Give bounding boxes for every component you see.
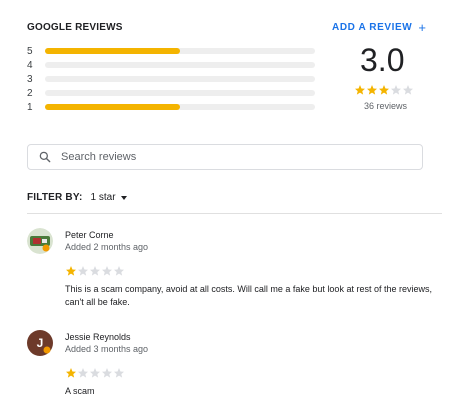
rating-bar-track	[45, 62, 315, 68]
rating-bar-label: 3	[27, 73, 33, 85]
star-empty-icon	[101, 265, 113, 277]
reviewer-avatar[interactable]	[27, 228, 53, 254]
review-item: J	[27, 330, 53, 356]
rating-bar-4[interactable]: 4	[27, 59, 317, 71]
rating-bar-track	[45, 90, 315, 96]
section-title: GOOGLE REVIEWS	[27, 22, 123, 33]
star-empty-icon	[77, 265, 89, 277]
search-input[interactable]	[59, 150, 403, 164]
add-review-label: ADD A REVIEW	[332, 22, 413, 33]
rating-bar-5[interactable]: 5	[27, 45, 317, 57]
star-empty-icon	[113, 367, 125, 379]
rating-bar-track	[45, 48, 315, 54]
star-empty-icon	[101, 367, 113, 379]
rating-bar-label: 1	[27, 101, 33, 113]
review-date: Added 2 months ago	[65, 242, 149, 252]
rating-bar-track	[45, 76, 315, 82]
caret-down-icon	[120, 195, 127, 200]
filter-label: FILTER BY:	[27, 192, 83, 203]
rating-bar-label: 4	[27, 59, 33, 71]
rating-bar-label: 5	[27, 45, 33, 57]
search-box[interactable]	[27, 144, 423, 170]
reviewer-name[interactable]: Peter Corne	[65, 230, 114, 240]
star-filled-icon	[354, 84, 366, 96]
reviewer-name[interactable]: Jessie Reynolds	[65, 332, 131, 342]
star-filled-icon	[65, 265, 77, 277]
average-rating: 3.0	[360, 42, 405, 78]
divider	[27, 213, 442, 214]
star-empty-icon	[113, 265, 125, 277]
review-stars	[65, 367, 125, 379]
star-empty-icon	[89, 367, 101, 379]
star-empty-icon	[390, 84, 402, 96]
star-filled-icon	[378, 84, 390, 96]
filter-value: 1 star	[90, 192, 116, 203]
review-stars	[65, 265, 125, 277]
reviewer-avatar[interactable]: J	[27, 330, 53, 356]
filter-dropdown[interactable]: 1 star	[91, 192, 127, 203]
rating-bar-fill	[45, 48, 180, 54]
star-filled-icon	[366, 84, 378, 96]
add-review-button[interactable]: ADD A REVIEW +	[332, 19, 427, 35]
star-filled-icon	[65, 367, 77, 379]
review-count: 36 reviews	[364, 101, 408, 111]
search-icon	[38, 150, 52, 164]
rating-bar-3[interactable]: 3	[27, 73, 317, 85]
review-date: Added 3 months ago	[65, 344, 149, 354]
avatar-letter: J	[36, 336, 44, 350]
star-empty-icon	[402, 84, 414, 96]
filter-bar: FILTER BY: 1 star	[27, 192, 127, 203]
star-empty-icon	[77, 367, 89, 379]
average-stars	[354, 84, 414, 96]
rating-bar-1[interactable]: 1	[27, 101, 317, 113]
rating-bar-track	[45, 104, 315, 110]
review-item	[27, 228, 53, 254]
rating-bar-label: 2	[27, 87, 33, 99]
plus-icon: +	[418, 19, 427, 35]
rating-bar-fill	[45, 104, 180, 110]
star-empty-icon	[89, 265, 101, 277]
rating-bar-2[interactable]: 2	[27, 87, 317, 99]
review-text: A scam	[65, 386, 95, 396]
review-text: This is a scam company, avoid at all cos…	[65, 284, 432, 307]
